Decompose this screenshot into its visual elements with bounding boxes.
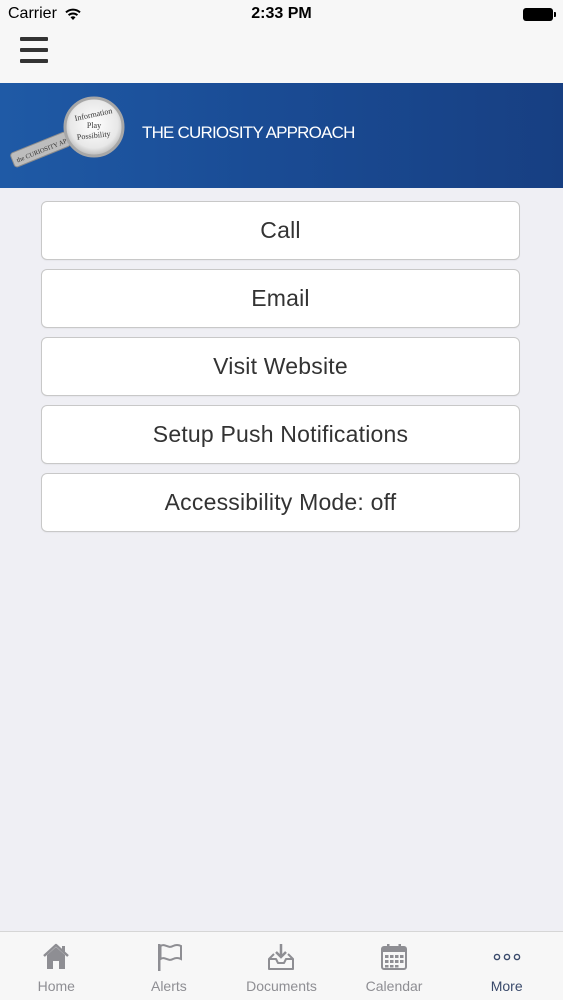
tab-calendar-label: Calendar: [365, 978, 423, 994]
more-dots-icon: [493, 953, 520, 961]
tab-home[interactable]: Home: [0, 932, 113, 1000]
logo-word-2: Play: [87, 121, 101, 130]
home-icon: [43, 943, 70, 969]
tab-alerts-label: Alerts: [150, 978, 187, 994]
status-bar: Carrier 2:33 PM: [0, 0, 563, 30]
tab-calendar[interactable]: Calendar: [338, 932, 451, 1000]
setup-push-notifications-button[interactable]: Setup Push Notifications: [41, 405, 520, 464]
tab-more[interactable]: More: [450, 932, 563, 1000]
tab-home-label: Home: [37, 978, 75, 994]
tab-documents[interactable]: Documents: [225, 932, 338, 1000]
tab-bar: Home Alerts Documents Calendar More: [0, 931, 563, 1000]
nav-bar: [0, 30, 563, 83]
flag-icon: [157, 944, 182, 971]
tab-alerts[interactable]: Alerts: [113, 932, 226, 1000]
calendar-icon: [381, 944, 408, 970]
menu-hamburger-icon[interactable]: [20, 37, 48, 63]
accessibility-mode-button[interactable]: Accessibility Mode: off: [41, 473, 520, 532]
curiosity-approach-logo: the CURIOSITY APPROACH Information Play …: [10, 96, 125, 168]
tab-documents-label: Documents: [246, 978, 317, 994]
banner-title: THE CURIOSITY APPROACH: [142, 123, 355, 142]
tab-more-label: More: [490, 978, 523, 994]
header-banner: the CURIOSITY APPROACH Information Play …: [0, 83, 563, 188]
more-menu: Call Email Visit Website Setup Push Noti…: [41, 201, 520, 541]
status-time: 2:33 PM: [251, 5, 312, 22]
call-button[interactable]: Call: [41, 201, 520, 260]
visit-website-button[interactable]: Visit Website: [41, 337, 520, 396]
battery-icon: [523, 8, 556, 21]
inbox-download-icon: [268, 944, 295, 970]
email-button[interactable]: Email: [41, 269, 520, 328]
